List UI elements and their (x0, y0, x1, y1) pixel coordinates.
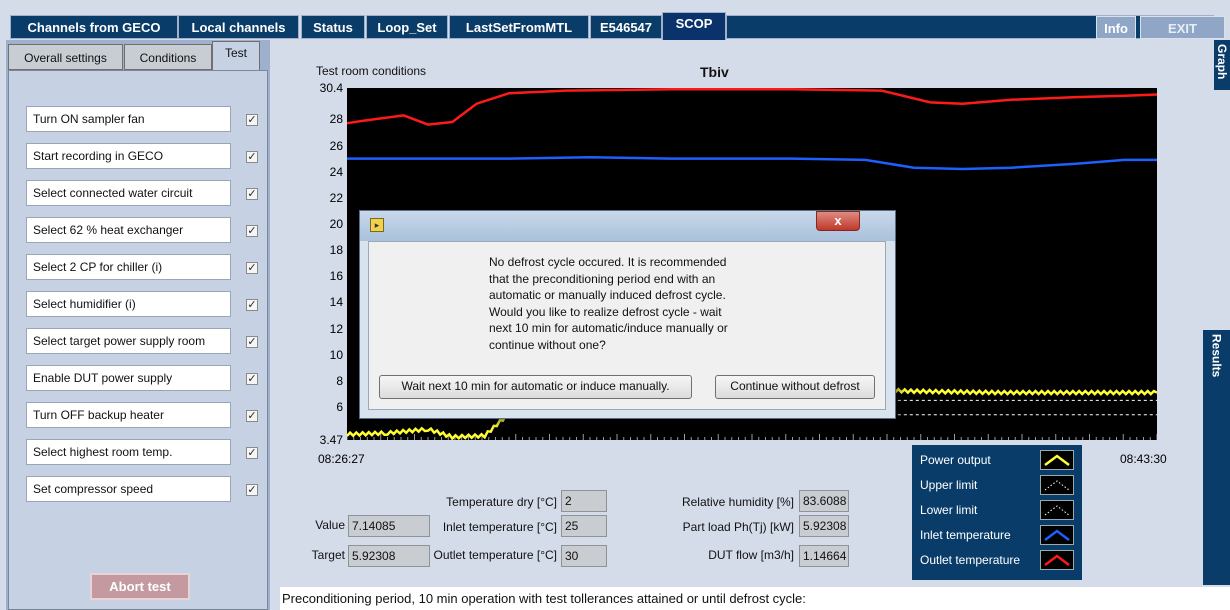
y-tick-label: 24 (329, 164, 343, 179)
subtab-conditions[interactable]: Conditions (124, 44, 212, 70)
y-tick-label: 18 (329, 243, 343, 258)
side-tab-results[interactable]: Results (1203, 330, 1230, 585)
y-tick-label: 20 (329, 216, 343, 231)
legend-label: Lower limit (920, 503, 978, 517)
legend-label: Inlet temperature (920, 528, 1011, 542)
part-load-indicator: 5.92308 (799, 515, 849, 537)
inlet-temp-label: Inlet temperature [°C] (442, 520, 557, 534)
rel-humidity-label: Relative humidity [%] (681, 495, 794, 509)
tab-last-set-from-mtl[interactable]: LastSetFromMTL (449, 15, 589, 39)
chart-legend: Power output Upper limit Lower limit Inlet … (912, 445, 1082, 580)
temp-dry-indicator: 2 (561, 490, 607, 512)
checklist-item: Select 62 % heat exchanger (26, 217, 231, 243)
white-dotted-line-icon (1040, 500, 1074, 520)
checklist-item: Set compressor speed (26, 476, 231, 502)
part-load-label: Part load Ph(Tj) [kW] (682, 520, 794, 534)
defrost-dialog: ▸ x No defrost cycle occured. It is reco… (359, 210, 896, 419)
y-tick-label: 22 (329, 190, 343, 205)
dut-flow-label: DUT flow [m3/h] (708, 548, 794, 562)
subtab-overall-settings[interactable]: Overall settings (8, 44, 123, 70)
legend-label: Power output (920, 453, 991, 467)
side-tab-results-label: Results (1209, 334, 1224, 378)
x-axis-start-label: 08:26:27 (318, 452, 365, 466)
chart-subtitle: Test room conditions (316, 64, 427, 78)
wait-for-defrost-button[interactable]: Wait next 10 min for automatic or induce… (379, 375, 692, 399)
y-tick-label: 8 (336, 373, 343, 388)
value-indicator: 7.14085 (348, 515, 430, 537)
checklist-checkbox[interactable]: ✓ (246, 484, 258, 496)
yellow-line-icon (1040, 450, 1074, 470)
legend-label: Outlet temperature (920, 553, 1021, 567)
checklist-item: Select connected water circuit (26, 180, 231, 206)
y-tick-label: 12 (329, 321, 343, 336)
checklist-item: Select highest room temp. (26, 439, 231, 465)
checklist-item: Turn ON sampler fan (26, 106, 231, 132)
subtab-test[interactable]: Test (212, 41, 260, 70)
tab-local-channels[interactable]: Local channels (178, 15, 299, 39)
tab-e546547[interactable]: E546547 (590, 15, 662, 39)
checklist-checkbox[interactable]: ✓ (246, 188, 258, 200)
checklist-checkbox[interactable]: ✓ (246, 299, 258, 311)
exit-button[interactable]: EXIT (1140, 16, 1225, 39)
checklist-checkbox[interactable]: ✓ (246, 225, 258, 237)
checklist-checkbox[interactable]: ✓ (246, 151, 258, 163)
checklist-checkbox[interactable]: ✓ (246, 262, 258, 274)
rel-humidity-indicator: 83.6088 (799, 490, 849, 512)
tab-scop[interactable]: SCOP (662, 12, 726, 40)
checklist-checkbox[interactable]: ✓ (246, 410, 258, 422)
checklist-item: Turn OFF backup heater (26, 402, 231, 428)
white-dotted-line-icon (1040, 475, 1074, 495)
outlet-temp-label: Outlet temperature [°C] (433, 548, 557, 562)
y-tick-label: 26 (329, 138, 343, 153)
y-tick-label: 3.47 (319, 433, 343, 447)
checklist-checkbox[interactable]: ✓ (246, 373, 258, 385)
y-tick-label: 30.4 (319, 81, 343, 95)
red-line-icon (1040, 550, 1074, 570)
legend-label: Upper limit (920, 478, 978, 492)
chart-title-text: Tbiv (700, 64, 729, 80)
target-label: Target (311, 548, 345, 562)
abort-test-button[interactable]: Abort test (90, 573, 190, 600)
labview-app-icon: ▸ (370, 218, 384, 232)
checklist-item: Select 2 CP for chiller (i) (26, 254, 231, 280)
chart-title: Tbiv (700, 64, 729, 80)
value-label: Value (315, 518, 345, 532)
series-line-inlet-temperature (347, 156, 1157, 171)
outlet-temp-indicator: 30 (561, 545, 607, 567)
checklist-checkbox[interactable]: ✓ (246, 447, 258, 459)
side-tab-graph[interactable]: Graph (1214, 40, 1230, 90)
x-axis-end-label: 08:43:30 (1120, 452, 1167, 466)
y-tick-label: 16 (329, 269, 343, 284)
dut-flow-indicator: 1.14664 (799, 545, 849, 567)
y-tick-label: 10 (329, 347, 343, 362)
checklist-item: Select target power supply room (26, 328, 231, 354)
tab-channels-from-geco[interactable]: Channels from GECO (10, 15, 178, 39)
dialog-titlebar[interactable] (360, 211, 895, 241)
checklist-checkbox[interactable]: ✓ (246, 336, 258, 348)
target-indicator: 5.92308 (348, 545, 430, 567)
y-tick-label: 6 (336, 399, 343, 414)
status-bar: Preconditioning period, 10 min operation… (280, 587, 1230, 610)
checklist-item: Start recording in GECO (26, 143, 231, 169)
y-tick-label: 28 (329, 112, 343, 127)
checklist-item: Select humidifier (i) (26, 291, 231, 317)
dialog-body: No defrost cycle occured. It is recommen… (368, 241, 886, 410)
series-line-outlet-temperature (347, 88, 1157, 126)
tab-status[interactable]: Status (301, 15, 365, 39)
temp-dry-label: Temperature dry [°C] (446, 495, 557, 509)
info-button[interactable]: Info (1096, 16, 1136, 39)
tab-loop-set[interactable]: Loop_Set (366, 15, 448, 39)
blue-line-icon (1040, 525, 1074, 545)
checklist-item: Enable DUT power supply (26, 365, 231, 391)
checklist-checkbox[interactable]: ✓ (246, 114, 258, 126)
continue-without-defrost-button[interactable]: Continue without defrost (715, 375, 875, 399)
top-tab-bar: Channels from GECO Local channels Status… (0, 0, 1230, 40)
side-tab-graph-label: Graph (1215, 44, 1229, 80)
inlet-temp-indicator: 25 (561, 515, 607, 537)
y-tick-label: 14 (329, 295, 343, 310)
dialog-close-button[interactable]: x (816, 211, 860, 231)
dialog-message: No defrost cycle occured. It is recommen… (489, 255, 728, 352)
